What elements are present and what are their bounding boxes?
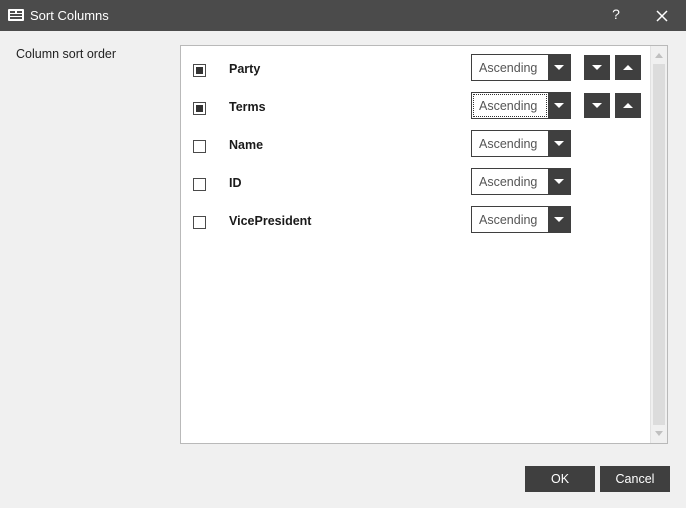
column-row: Terms Ascending — [181, 89, 651, 127]
scrollbar-track[interactable] — [653, 64, 665, 425]
column-name-label: VicePresident — [229, 214, 312, 228]
sort-columns-list: Party Ascending Terms Ascending Name Ascendin… — [180, 45, 668, 444]
column-checkbox[interactable] — [193, 102, 206, 115]
chevron-down-icon[interactable] — [548, 55, 570, 80]
scroll-down-icon[interactable] — [655, 431, 663, 436]
cancel-button[interactable]: Cancel — [600, 466, 670, 492]
move-down-button[interactable] — [584, 55, 610, 80]
column-name-label: ID — [229, 176, 242, 190]
move-up-button[interactable] — [615, 55, 641, 80]
help-button[interactable]: ? — [606, 6, 626, 26]
column-row: Name Ascending — [181, 127, 651, 165]
column-sort-order-label: Column sort order — [16, 47, 117, 61]
title-bar: Sort Columns ? — [0, 0, 686, 31]
column-row: Party Ascending — [181, 51, 651, 89]
scroll-up-icon[interactable] — [655, 53, 663, 58]
sort-order-dropdown[interactable]: Ascending — [471, 168, 571, 195]
chevron-down-icon[interactable] — [548, 93, 570, 118]
sort-order-dropdown[interactable]: Ascending — [471, 130, 571, 157]
column-row: VicePresident Ascending — [181, 203, 651, 241]
sort-order-dropdown[interactable]: Ascending — [471, 54, 571, 81]
sort-order-dropdown[interactable]: Ascending — [471, 92, 571, 119]
sort-order-dropdown[interactable]: Ascending — [471, 206, 571, 233]
column-checkbox[interactable] — [193, 178, 206, 191]
app-logo-icon — [8, 9, 24, 21]
close-button[interactable] — [652, 6, 672, 26]
column-checkbox[interactable] — [193, 216, 206, 229]
column-name-label: Terms — [229, 100, 266, 114]
window-title: Sort Columns — [30, 8, 109, 23]
column-checkbox[interactable] — [193, 64, 206, 77]
close-icon — [656, 10, 668, 22]
sort-order-value: Ascending — [479, 99, 538, 113]
sort-order-value: Ascending — [479, 175, 538, 189]
chevron-down-icon[interactable] — [548, 207, 570, 232]
column-name-label: Party — [229, 62, 261, 76]
column-row: ID Ascending — [181, 165, 651, 203]
chevron-down-icon[interactable] — [548, 169, 570, 194]
ok-button[interactable]: OK — [525, 466, 595, 492]
column-name-label: Name — [229, 138, 264, 152]
chevron-down-icon[interactable] — [548, 131, 570, 156]
sort-order-value: Ascending — [479, 61, 538, 75]
vertical-scrollbar[interactable] — [650, 46, 667, 443]
sort-order-value: Ascending — [479, 213, 538, 227]
move-up-button[interactable] — [615, 93, 641, 118]
move-down-button[interactable] — [584, 93, 610, 118]
column-checkbox[interactable] — [193, 140, 206, 153]
sort-order-value: Ascending — [479, 137, 538, 151]
